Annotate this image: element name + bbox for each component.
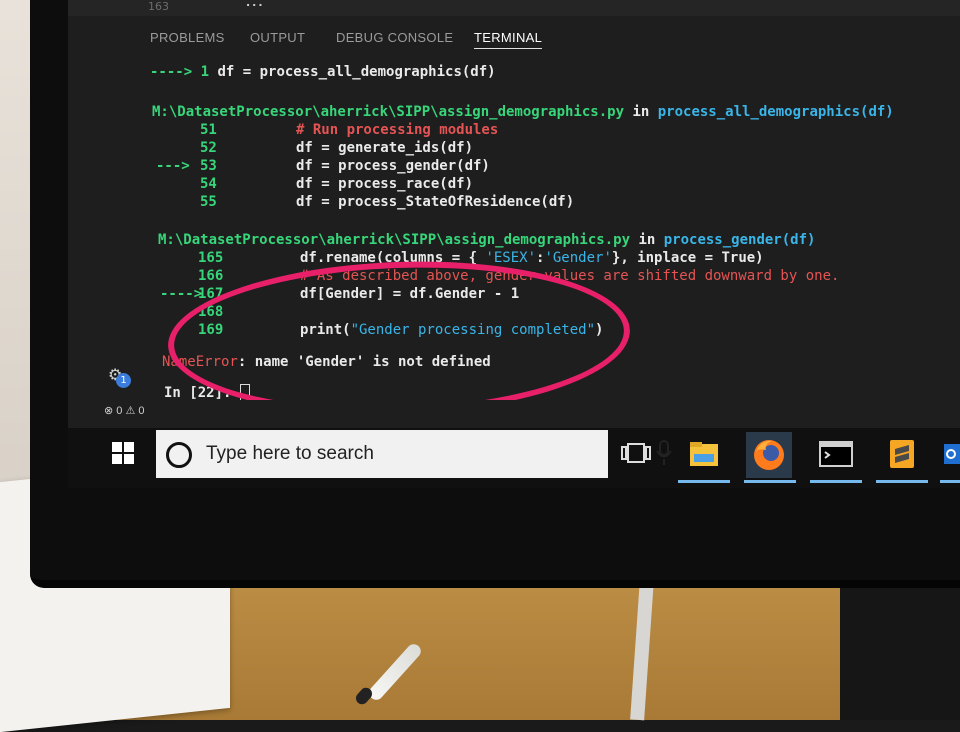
taskbar-search-box[interactable]: Type here to search	[156, 430, 672, 478]
monitor-stand	[840, 575, 960, 720]
code-comment: # Run processing modules	[296, 122, 499, 138]
line-number: 52	[200, 140, 217, 156]
traceback-frame-1: M:\DatasetProcessor\aherrick\SIPP\assign…	[152, 104, 894, 120]
file-path: M:\DatasetProcessor\aherrick\SIPP\assign…	[158, 232, 631, 248]
status-bar: ⊗ 0 ⚠ 0	[68, 400, 960, 422]
arrow-marker: ----> 1	[150, 64, 210, 80]
line-number: 51	[200, 122, 217, 138]
problems-count[interactable]: ⊗ 0 ⚠ 0	[104, 404, 144, 417]
code-part: }, inplace = True)	[611, 250, 764, 266]
string-literal: 'ESEX'	[485, 250, 537, 266]
code-line: df = process_StateOfResidence(df)	[296, 194, 575, 210]
active-app-indicator	[940, 480, 960, 483]
line-number: 166	[198, 268, 224, 284]
active-app-indicator	[876, 480, 928, 483]
screen: 163 ... PROBLEMS OUTPUT DEBUG CONSOLE TE…	[68, 0, 960, 488]
panel-tabs: PROBLEMS OUTPUT DEBUG CONSOLE TERMINAL	[68, 24, 960, 54]
line-number: 165	[198, 250, 224, 266]
active-app-indicator	[744, 480, 796, 483]
sublime-text-icon[interactable]	[882, 436, 922, 472]
tab-output[interactable]: OUTPUT	[250, 30, 305, 45]
current-line-arrow: ---->	[160, 286, 203, 302]
line-number: 54	[200, 176, 217, 192]
tab-debug-console[interactable]: DEBUG CONSOLE	[336, 30, 453, 45]
line-number: 55	[200, 194, 217, 210]
notification-badge: 1	[116, 373, 131, 388]
windows-start-icon[interactable]	[112, 442, 134, 464]
windows-taskbar: Type here to search	[68, 428, 960, 488]
command-prompt-icon[interactable]	[816, 436, 856, 472]
task-view-icon[interactable]	[616, 436, 656, 472]
traceback-frame-2: M:\DatasetProcessor\aherrick\SIPP\assign…	[158, 232, 815, 248]
active-app-indicator	[810, 480, 862, 483]
search-placeholder: Type here to search	[206, 443, 374, 464]
call-code: df = process_all_demographics(df)	[209, 64, 496, 80]
active-app-indicator	[678, 480, 730, 483]
function-name: process_all_demographics(df)	[657, 104, 894, 120]
file-path: M:\DatasetProcessor\aherrick\SIPP\assign…	[152, 104, 625, 120]
traceback-call-line: ----> 1 df = process_all_demographics(df…	[150, 64, 496, 80]
settings-notification[interactable]: ⚙ 1	[108, 365, 131, 388]
code-line: df = generate_ids(df)	[296, 140, 474, 156]
cortana-icon	[166, 442, 192, 468]
tab-terminal[interactable]: TERMINAL	[474, 30, 543, 49]
firefox-icon[interactable]	[746, 432, 792, 478]
top-line-number: 163	[148, 0, 169, 13]
microphone-icon[interactable]	[654, 440, 674, 466]
editor-top-strip: 163 ...	[68, 0, 960, 16]
code-line: df = process_gender(df)	[296, 158, 490, 174]
function-name: process_gender(df)	[663, 232, 816, 248]
current-line-arrow: --->	[156, 158, 190, 174]
file-explorer-icon[interactable]	[684, 436, 724, 472]
string-literal: 'Gender'	[544, 250, 612, 266]
outlook-icon[interactable]	[942, 436, 960, 472]
more-actions-icon[interactable]: ...	[246, 0, 265, 9]
in-keyword: in	[624, 104, 658, 120]
code-line: df = process_race(df)	[296, 176, 474, 192]
line-number: 53	[200, 158, 217, 174]
in-keyword: in	[630, 232, 664, 248]
tab-problems[interactable]: PROBLEMS	[150, 30, 225, 45]
